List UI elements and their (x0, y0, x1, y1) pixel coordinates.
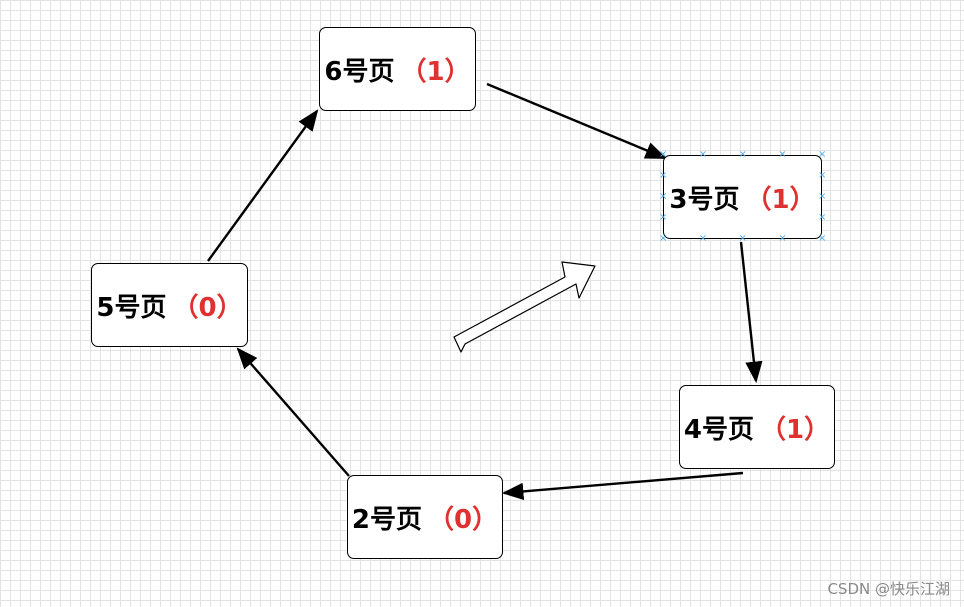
edge-6-to-3 (486, 82, 667, 160)
node-count: （1） (745, 184, 816, 215)
edge-2-to-5 (236, 347, 350, 477)
node-label: 4号页 (683, 414, 754, 445)
node-count: （0） (172, 292, 243, 323)
resize-handle-icon[interactable]: × (659, 234, 667, 244)
node-page-4[interactable]: 4号页 （1） (679, 385, 835, 469)
node-page-5[interactable]: 5号页 （0） (91, 263, 248, 347)
resize-handle-icon[interactable]: × (818, 213, 826, 223)
resize-handle-icon[interactable]: × (778, 234, 786, 244)
watermark: CSDN @快乐江湖 (827, 580, 950, 598)
resize-handle-icon[interactable]: × (818, 234, 826, 244)
node-count: （1） (760, 414, 831, 445)
flow-direction-arrow-icon (453, 261, 596, 353)
edge-4-to-2 (501, 471, 744, 500)
resize-handle-icon[interactable]: × (659, 192, 667, 202)
node-label: 2号页 (351, 504, 422, 535)
resize-handle-icon[interactable]: × (818, 192, 826, 202)
edge-3-to-4 (739, 241, 763, 384)
node-count: （1） (400, 56, 471, 87)
node-count: （0） (428, 504, 499, 535)
node-label: 6号页 (324, 56, 395, 87)
resize-handle-icon[interactable]: × (818, 171, 826, 181)
resize-handle-icon[interactable]: × (818, 150, 826, 160)
node-page-2[interactable]: 2号页 （0） (347, 475, 503, 559)
node-page-6[interactable]: 6号页 （1） (319, 27, 476, 111)
resize-handle-icon[interactable]: × (699, 234, 707, 244)
resize-handle-icon[interactable]: × (659, 150, 667, 160)
resize-handle-icon[interactable]: × (659, 213, 667, 223)
resize-handle-icon[interactable]: × (778, 150, 786, 160)
resize-handle-icon[interactable]: × (659, 171, 667, 181)
node-label: 3号页 (669, 184, 740, 215)
resize-handle-icon[interactable]: × (739, 234, 747, 244)
resize-handle-icon[interactable]: × (699, 150, 707, 160)
resize-handle-icon[interactable]: × (739, 150, 747, 160)
node-label: 5号页 (96, 292, 167, 323)
node-page-3[interactable]: 3号页 （1） (663, 155, 822, 239)
edge-5-to-6 (207, 109, 319, 262)
